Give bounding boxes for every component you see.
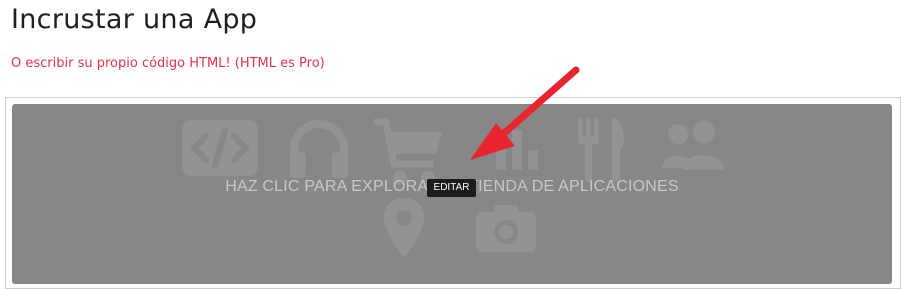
html-pro-link[interactable]: O escribir su propio código HTML! (HTML … <box>11 56 325 71</box>
bar-chart-icon <box>492 126 542 170</box>
map-pin-icon <box>382 196 426 260</box>
users-icon <box>660 120 726 172</box>
fork-knife-icon <box>574 116 630 182</box>
camera-icon <box>474 202 538 254</box>
edit-button[interactable]: EDITAR <box>427 179 476 197</box>
headphones-icon <box>286 116 352 180</box>
code-icon <box>182 120 258 176</box>
page-title: Incrustar una App <box>11 4 258 35</box>
